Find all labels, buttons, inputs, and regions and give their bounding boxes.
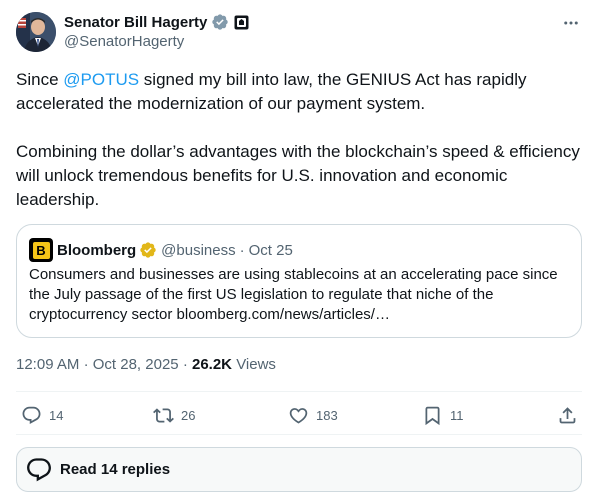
like-count: 183 [316,407,338,423]
divider [16,434,582,435]
verified-gray-icon [211,13,229,31]
heart-icon [289,407,308,424]
reply-icon [27,457,51,481]
bloomberg-logo-icon: B [29,238,53,262]
bookmark-icon [425,406,440,425]
reply-icon [22,406,41,424]
post-paragraph-1: Since @POTUS signed my bill into law, th… [16,68,582,116]
share-icon [559,406,576,423]
author-name[interactable]: Senator Bill Hagerty [64,14,207,31]
action-bar: 14 26 183 11 [16,403,582,427]
avatar[interactable] [16,12,56,52]
reply-button[interactable]: 14 [21,403,63,427]
read-replies-label: Read 14 replies [60,461,171,478]
mention-link[interactable]: @POTUS [63,70,139,89]
bookmark-button[interactable]: 11 [422,403,464,427]
quoted-author-handle: @business [161,241,236,259]
author-name-row: Senator Bill Hagerty [64,13,249,31]
post-text-prefix: Since [16,70,64,89]
quoted-post-header: B Bloomberg @business · Oct 25 [29,238,293,262]
post-time[interactable]: 12:09 AM [16,356,79,373]
bloomberg-logo-letter: B [32,241,50,259]
share-button[interactable] [557,403,578,427]
meta-separator: · [83,356,89,373]
government-badge-icon [234,15,249,30]
views-count: 26.2K [191,356,233,373]
meta-separator: · [182,356,188,373]
quoted-post-text: Consumers and businesses are using stabl… [29,266,558,323]
post-meta: 12:09 AM · Oct 28, 2025 · 26.2K Views [16,356,276,373]
quoted-post[interactable]: B Bloomberg @business · Oct 25 Consumers… [16,224,582,338]
post-header: Senator Bill Hagerty @SenatorHagerty [16,12,582,54]
post-paragraph-2: Combining the dollar’s advantages with t… [16,142,580,209]
quoted-separator: · [239,241,245,259]
repost-count: 26 [181,407,196,423]
reply-count: 14 [49,407,64,423]
views-label: Views [236,356,276,373]
repost-button[interactable]: 26 [153,403,195,427]
quoted-author-name: Bloomberg [57,241,137,259]
quoted-date: Oct 25 [248,241,293,259]
post-text: Since @POTUS signed my bill into law, th… [16,68,582,212]
author-handle[interactable]: @SenatorHagerty [64,33,184,50]
divider [16,391,582,392]
bookmark-count: 11 [450,407,464,423]
like-button[interactable]: 183 [288,403,338,427]
repost-icon [153,407,174,423]
read-replies-button[interactable]: Read 14 replies [16,447,582,492]
post-date[interactable]: Oct 28, 2025 [93,356,179,373]
verified-gold-icon [139,241,157,259]
more-options-icon[interactable] [560,12,582,34]
